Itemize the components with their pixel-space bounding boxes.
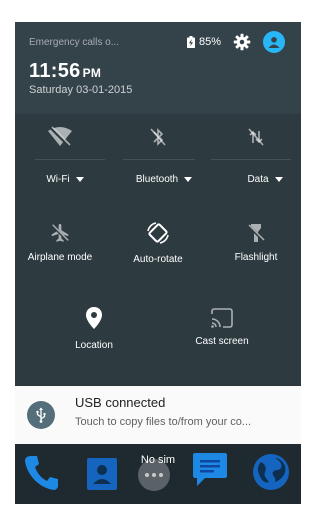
tile-flashlight[interactable]: Flashlight bbox=[211, 222, 301, 263]
gear-icon bbox=[233, 33, 251, 51]
clock[interactable]: 11:56 PM bbox=[29, 60, 101, 83]
cast-icon bbox=[211, 308, 233, 328]
row-divider bbox=[35, 159, 105, 160]
chevron-down-icon bbox=[274, 177, 283, 182]
tile-location[interactable]: Location bbox=[49, 306, 139, 351]
usb-icon-badge bbox=[27, 401, 55, 429]
tile-airplane-mode[interactable]: Airplane mode bbox=[15, 222, 105, 263]
tile-auto-rotate[interactable]: Auto-rotate bbox=[113, 220, 203, 265]
status-icons: 85% bbox=[186, 31, 285, 53]
auto-rotate-label: Auto-rotate bbox=[133, 254, 183, 265]
autorotate-icon bbox=[147, 222, 169, 244]
carrier-text: Emergency calls o... bbox=[29, 37, 120, 48]
account-icon bbox=[268, 37, 280, 48]
flashlight-label: Flashlight bbox=[234, 252, 278, 263]
airplane-icon bbox=[50, 223, 70, 243]
clock-time: 11:56 bbox=[29, 60, 81, 82]
tile-wifi[interactable] bbox=[25, 126, 95, 148]
row-divider bbox=[211, 159, 291, 160]
tile-cast-screen[interactable]: Cast screen bbox=[177, 308, 267, 347]
tile-data[interactable] bbox=[221, 126, 291, 148]
airplane-mode-label: Airplane mode bbox=[27, 252, 93, 263]
wifi-label: Wi-Fi bbox=[46, 174, 70, 185]
data-off-icon bbox=[248, 128, 264, 146]
battery-percent: 85% bbox=[198, 36, 221, 48]
settings-button[interactable] bbox=[233, 33, 251, 51]
chevron-down-icon bbox=[75, 177, 84, 182]
clock-ampm: PM bbox=[82, 66, 102, 80]
tile-bluetooth[interactable] bbox=[123, 126, 193, 148]
usb-notification[interactable]: USB connected Touch to copy files to/fro… bbox=[15, 386, 301, 444]
home-dock: No sim bbox=[15, 446, 301, 504]
battery-status: 85% bbox=[186, 36, 221, 48]
wifi-dropdown[interactable]: Wi-Fi bbox=[25, 164, 105, 185]
notification-text: Touch to copy files to/from your co... bbox=[75, 416, 252, 428]
status-header: Emergency calls o... 85% 11:56 PM Saturd… bbox=[15, 22, 301, 114]
bluetooth-dropdown[interactable]: Bluetooth bbox=[119, 164, 209, 185]
notification-title: USB connected bbox=[75, 395, 166, 410]
usb-icon bbox=[36, 407, 46, 423]
bluetooth-off-icon bbox=[150, 128, 166, 146]
data-label: Data bbox=[247, 174, 269, 185]
location-icon bbox=[86, 307, 102, 329]
data-dropdown[interactable]: Data bbox=[233, 164, 297, 185]
user-account-button[interactable] bbox=[263, 31, 285, 53]
bluetooth-label: Bluetooth bbox=[135, 174, 179, 185]
row-divider bbox=[123, 159, 195, 160]
battery-icon bbox=[186, 36, 195, 48]
location-label: Location bbox=[75, 340, 113, 351]
date-text[interactable]: Saturday 03-01-2015 bbox=[29, 84, 132, 96]
notification-shade: Emergency calls o... 85% 11:56 PM Saturd… bbox=[15, 22, 301, 504]
cast-screen-label: Cast screen bbox=[195, 336, 249, 347]
flashlight-icon bbox=[246, 223, 266, 243]
chevron-down-icon bbox=[184, 177, 193, 182]
no-sim-text: No sim bbox=[140, 454, 176, 466]
wifi-off-icon bbox=[48, 126, 72, 148]
